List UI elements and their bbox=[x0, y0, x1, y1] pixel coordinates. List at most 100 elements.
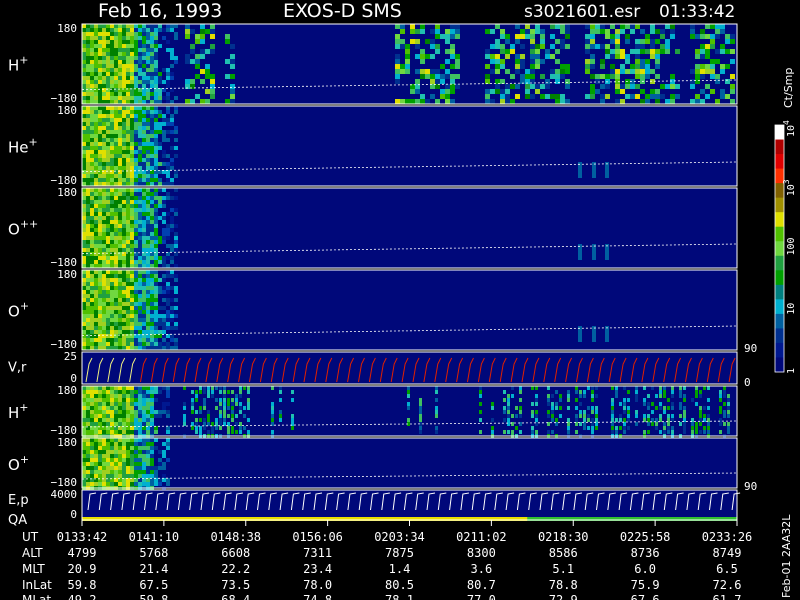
flux-cell bbox=[615, 29, 620, 34]
flux-cell bbox=[102, 60, 106, 64]
flux-cell bbox=[110, 232, 114, 236]
flux-cell bbox=[730, 59, 735, 64]
flux-cell bbox=[134, 142, 138, 146]
flux-cell bbox=[118, 126, 122, 130]
flux-cell bbox=[185, 59, 190, 64]
flux-cell bbox=[98, 322, 102, 326]
time-row-value: 77.0 bbox=[467, 593, 496, 600]
flux-cell bbox=[86, 302, 90, 306]
flux-cell bbox=[210, 94, 215, 99]
flux-cell bbox=[555, 418, 558, 422]
flux-cell bbox=[146, 178, 150, 182]
flux-cell bbox=[98, 394, 102, 398]
flux-cell bbox=[495, 89, 500, 94]
flux-cell bbox=[154, 298, 158, 302]
flux-cell bbox=[643, 414, 646, 418]
flux-cell bbox=[110, 462, 114, 466]
flux-cell bbox=[590, 64, 595, 69]
flux-cell bbox=[511, 422, 514, 426]
flux-cell bbox=[158, 122, 162, 126]
flux-cell bbox=[271, 386, 274, 390]
flux-cell bbox=[150, 302, 154, 306]
flux-cell bbox=[511, 430, 514, 434]
flux-cell bbox=[150, 314, 154, 318]
flux-cell bbox=[106, 290, 110, 294]
flux-cell bbox=[90, 430, 94, 434]
flux-cell bbox=[445, 84, 450, 89]
flux-cell bbox=[643, 398, 646, 402]
flux-cell bbox=[699, 422, 702, 426]
flux-cell bbox=[723, 414, 726, 418]
flux-cell bbox=[110, 474, 114, 478]
flux-cell bbox=[530, 94, 535, 99]
flux-cell bbox=[660, 44, 665, 49]
flux-cell bbox=[660, 84, 665, 89]
flux-cell bbox=[114, 174, 118, 178]
flux-cell bbox=[114, 64, 118, 68]
flux-cell bbox=[134, 462, 138, 466]
flux-cell bbox=[102, 40, 106, 44]
flux-cell bbox=[200, 99, 205, 104]
flux-cell bbox=[86, 100, 90, 104]
flux-cell bbox=[166, 426, 170, 430]
flux-cell bbox=[435, 79, 440, 84]
panel-field-6 bbox=[82, 438, 737, 488]
flux-cell bbox=[158, 162, 162, 166]
flux-cell bbox=[110, 220, 114, 224]
flux-cell bbox=[200, 69, 205, 74]
flux-cell bbox=[223, 410, 226, 414]
flux-cell bbox=[210, 89, 215, 94]
flux-cell bbox=[162, 264, 166, 268]
flux-cell bbox=[146, 122, 150, 126]
flux-cell bbox=[98, 274, 102, 278]
flux-cell bbox=[150, 450, 154, 454]
flux-cell bbox=[395, 99, 400, 104]
flux-cell bbox=[525, 94, 530, 99]
header-date: Feb 16, 1993 bbox=[98, 0, 222, 22]
flux-cell bbox=[114, 178, 118, 182]
flux-cell bbox=[126, 32, 130, 36]
flux-cell bbox=[225, 34, 230, 39]
flux-cell bbox=[219, 418, 222, 422]
flux-cell bbox=[90, 44, 94, 48]
flux-cell bbox=[670, 24, 675, 29]
flux-cell bbox=[118, 394, 122, 398]
flux-cell bbox=[705, 94, 710, 99]
flux-cell bbox=[559, 394, 562, 398]
flux-cell bbox=[126, 72, 130, 76]
flux-cell bbox=[126, 76, 130, 80]
flux-cell bbox=[90, 294, 94, 298]
flux-cell bbox=[575, 390, 578, 394]
flux-cell bbox=[130, 200, 134, 204]
flux-cell bbox=[90, 174, 94, 178]
flux-cell bbox=[146, 342, 150, 346]
flux-cell bbox=[98, 138, 102, 142]
flux-cell bbox=[663, 406, 666, 410]
flux-cell bbox=[86, 118, 90, 122]
flux-cell bbox=[98, 474, 102, 478]
flux-cell bbox=[142, 36, 146, 40]
flux-cell bbox=[655, 49, 660, 54]
flux-cell bbox=[154, 228, 158, 232]
flux-cell bbox=[645, 69, 650, 74]
flux-cell bbox=[102, 302, 106, 306]
flux-cell bbox=[90, 142, 94, 146]
flux-cell bbox=[170, 158, 174, 162]
flux-cell bbox=[158, 466, 162, 470]
flux-cell bbox=[94, 394, 98, 398]
panel-right-label: 90 bbox=[744, 342, 757, 355]
flux-cell bbox=[82, 196, 86, 200]
flux-cell bbox=[239, 406, 242, 410]
flux-cell bbox=[647, 402, 650, 406]
flux-cell bbox=[134, 84, 138, 88]
flux-cell bbox=[146, 438, 150, 442]
flux-cell bbox=[130, 154, 134, 158]
flux-cell bbox=[110, 450, 114, 454]
flux-cell bbox=[425, 74, 430, 79]
flux-cell bbox=[419, 418, 422, 422]
flux-cell bbox=[150, 466, 154, 470]
flux-cell bbox=[82, 162, 86, 166]
flux-cell bbox=[134, 208, 138, 212]
flux-cell bbox=[138, 200, 142, 204]
flux-cell bbox=[138, 446, 142, 450]
